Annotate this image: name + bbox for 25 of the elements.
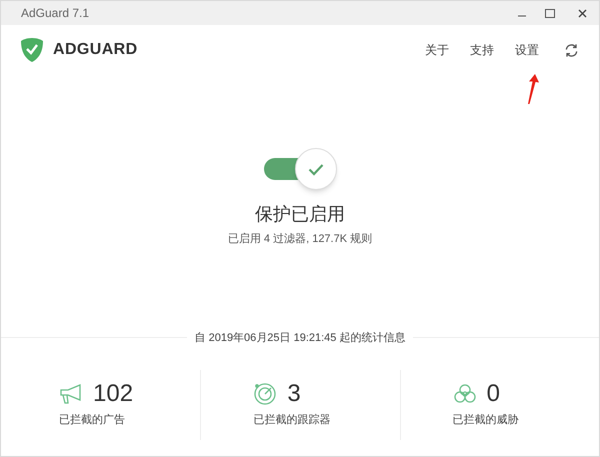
- annotation-arrow: [526, 73, 540, 105]
- refresh-icon: [564, 42, 579, 58]
- maximize-icon: [545, 8, 555, 18]
- stat-label: 已拦截的威胁: [452, 412, 520, 428]
- window-title: AdGuard 7.1: [21, 5, 90, 22]
- stat-count: 0: [486, 382, 500, 406]
- protection-status-detail: 已启用 4 过滤器, 127.7K 规则: [228, 232, 372, 247]
- check-icon: [308, 162, 324, 176]
- refresh-button[interactable]: [564, 42, 579, 58]
- stat-count: 3: [287, 382, 301, 406]
- radar-icon: [253, 382, 278, 406]
- protection-status-title: 保护已启用: [255, 203, 345, 226]
- close-icon: [578, 8, 586, 18]
- stats-caption: 自 2019年06月25日 19:21:45 起的统计信息: [194, 330, 406, 346]
- shield-logo-icon: [20, 37, 44, 63]
- nav-link[interactable]: 支持: [470, 41, 494, 59]
- logo-text: ADGUARD: [53, 40, 139, 60]
- stat-label: 已拦截的跟踪器: [253, 412, 332, 428]
- nav-link[interactable]: 关于: [425, 41, 449, 59]
- megaphone-icon: [59, 382, 83, 405]
- minimize-icon: [518, 15, 526, 17]
- stat-label: 已拦截的广告: [59, 412, 126, 428]
- protection-toggle[interactable]: [263, 149, 337, 189]
- nav-link[interactable]: 设置: [515, 41, 539, 59]
- stat-count: 102: [93, 382, 134, 406]
